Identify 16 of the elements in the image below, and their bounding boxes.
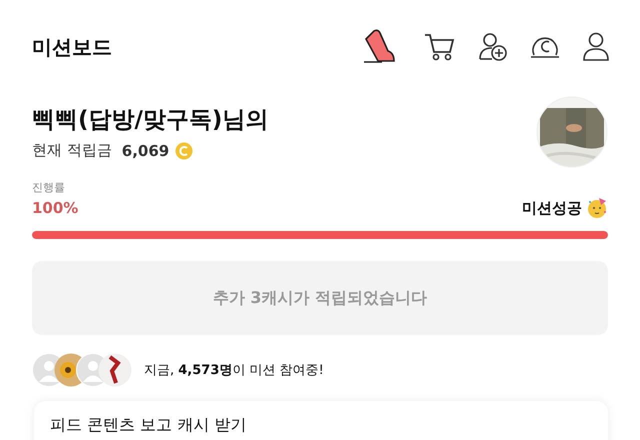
cart-icon[interactable] <box>424 32 456 62</box>
card-title: 피드 콘텐츠 보고 캐시 받기 <box>50 415 246 434</box>
user-icon[interactable] <box>582 32 610 62</box>
points-label: 현재 적립금 <box>32 141 112 160</box>
progress-label: 진행률 <box>32 181 65 194</box>
party-face-icon <box>586 197 608 219</box>
coin-icon <box>175 142 194 160</box>
mission-card[interactable]: 피드 콘텐츠 보고 캐시 받기 <box>34 401 608 440</box>
add-user-icon[interactable] <box>478 32 508 62</box>
participants-text: 지금, 4,573명이 미션 참여중! <box>144 362 324 379</box>
progress-percent: 100% <box>32 199 78 217</box>
page-title: 미션보드 <box>32 34 112 60</box>
points-value: 6,069 <box>122 142 170 160</box>
notice-text: 추가 3캐시가 적립되었습니다 <box>212 288 428 308</box>
user-name: 삑삑(답방/맞구독)님의 <box>32 106 268 135</box>
mission-status: 미션성공 <box>522 198 582 218</box>
